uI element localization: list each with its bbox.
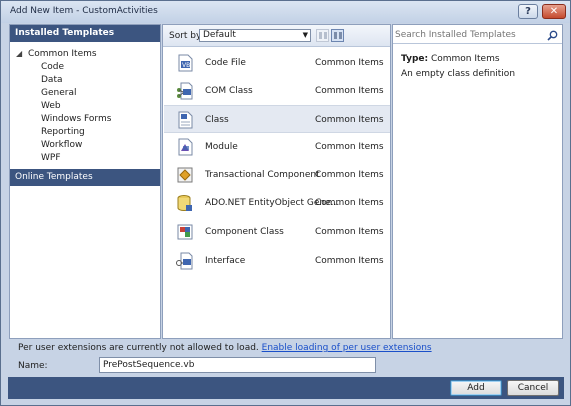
sort-toolbar: Sort by: Default ▼ — [163, 25, 390, 47]
tree-item-web[interactable]: Web — [41, 100, 61, 112]
class-icon — [178, 111, 193, 129]
tree-item-label: Common Items — [28, 49, 97, 59]
search-input[interactable] — [395, 29, 543, 41]
type-value: Common Items — [430, 54, 500, 64]
search-icon[interactable] — [547, 30, 558, 41]
template-row[interactable]: ADO.NET EntityObject Gene... Common Item… — [164, 189, 390, 217]
template-details-pane: Type: Common Items An empty class defini… — [392, 24, 563, 339]
template-row[interactable]: VB Code File Common Items — [164, 49, 390, 77]
extensions-message: Per user extensions are currently not al… — [18, 343, 432, 353]
template-name: Code File — [205, 58, 246, 68]
tree-item-reporting[interactable]: Reporting — [41, 126, 85, 138]
list-view-icon-bar — [324, 32, 327, 39]
type-key: Type: — [401, 54, 429, 64]
template-category: Common Items — [315, 86, 384, 96]
details-view-icon — [334, 32, 337, 39]
list-view-button[interactable] — [316, 29, 329, 42]
code-file-icon: VB — [178, 54, 193, 72]
template-type: Type: Common Items — [401, 54, 500, 64]
template-category: Common Items — [315, 198, 384, 208]
sort-by-dropdown[interactable]: Default ▼ — [199, 29, 311, 42]
template-name: Transactional Component — [205, 170, 320, 180]
template-category: Common Items — [315, 142, 384, 152]
search-box — [393, 27, 562, 44]
installed-templates-header[interactable]: Installed Templates — [10, 25, 160, 42]
cancel-button[interactable]: Cancel — [507, 380, 559, 396]
template-name: Module — [205, 142, 238, 152]
add-button[interactable]: Add — [450, 380, 502, 396]
tree-item-data[interactable]: Data — [41, 74, 63, 86]
template-row[interactable]: Transactional Component Common Items — [164, 161, 390, 189]
template-row[interactable]: Module Common Items — [164, 133, 390, 161]
tree-item-common-items[interactable]: ◢ Common Items — [16, 49, 97, 59]
transactional-component-icon — [177, 167, 193, 183]
module-icon — [178, 138, 193, 156]
template-row-selected[interactable]: Class Common Items — [164, 105, 390, 133]
template-name: Component Class — [205, 227, 284, 237]
template-tree-pane: Installed Templates ◢ Common Items Code D… — [9, 24, 161, 339]
template-name: Class — [205, 115, 229, 125]
sort-selected-value: Default — [203, 30, 236, 40]
add-new-item-dialog: Add New Item - CustomActivities ? ✕ Inst… — [0, 0, 571, 406]
tree-item-general[interactable]: General — [41, 87, 76, 99]
template-category: Common Items — [315, 115, 384, 125]
template-row[interactable]: Component Class Common Items — [164, 218, 390, 246]
expand-arrow-icon[interactable]: ◢ — [16, 49, 28, 58]
list-view-icon — [319, 32, 322, 39]
template-category: Common Items — [315, 58, 384, 68]
ado-net-icon — [177, 195, 192, 212]
tree-item-wpf[interactable]: WPF — [41, 152, 61, 164]
details-view-button[interactable] — [331, 29, 344, 42]
name-input[interactable] — [99, 357, 376, 373]
template-description: An empty class definition — [401, 69, 516, 79]
tree-item-workflow[interactable]: Workflow — [41, 139, 82, 151]
template-name: Interface — [205, 256, 246, 266]
close-button[interactable]: ✕ — [542, 4, 566, 19]
com-class-icon — [177, 82, 193, 100]
title-bar[interactable]: Add New Item - CustomActivities ? ✕ — [1, 1, 570, 23]
help-button[interactable]: ? — [518, 4, 538, 19]
template-list-pane: Sort by: Default ▼ VB Code File Common I… — [162, 24, 391, 339]
template-category: Common Items — [315, 256, 384, 266]
template-name: COM Class — [205, 86, 253, 96]
name-label: Name: — [18, 361, 48, 371]
template-category: Common Items — [315, 170, 384, 180]
template-row[interactable]: Interface Common Items — [164, 247, 390, 275]
template-category: Common Items — [315, 227, 384, 237]
enable-extensions-link[interactable]: Enable loading of per user extensions — [262, 343, 432, 353]
component-class-icon — [177, 224, 193, 240]
svg-text:VB: VB — [182, 62, 190, 69]
details-view-icon-bar — [339, 32, 342, 39]
window-title: Add New Item - CustomActivities — [10, 6, 158, 16]
online-templates-item[interactable]: Online Templates — [10, 169, 160, 186]
extensions-message-text: Per user extensions are currently not al… — [18, 343, 259, 353]
interface-icon — [176, 252, 193, 270]
tree-item-windows-forms[interactable]: Windows Forms — [41, 113, 111, 125]
dropdown-arrow-icon: ▼ — [302, 31, 308, 39]
template-row[interactable]: COM Class Common Items — [164, 77, 390, 105]
tree-item-code[interactable]: Code — [41, 61, 64, 73]
